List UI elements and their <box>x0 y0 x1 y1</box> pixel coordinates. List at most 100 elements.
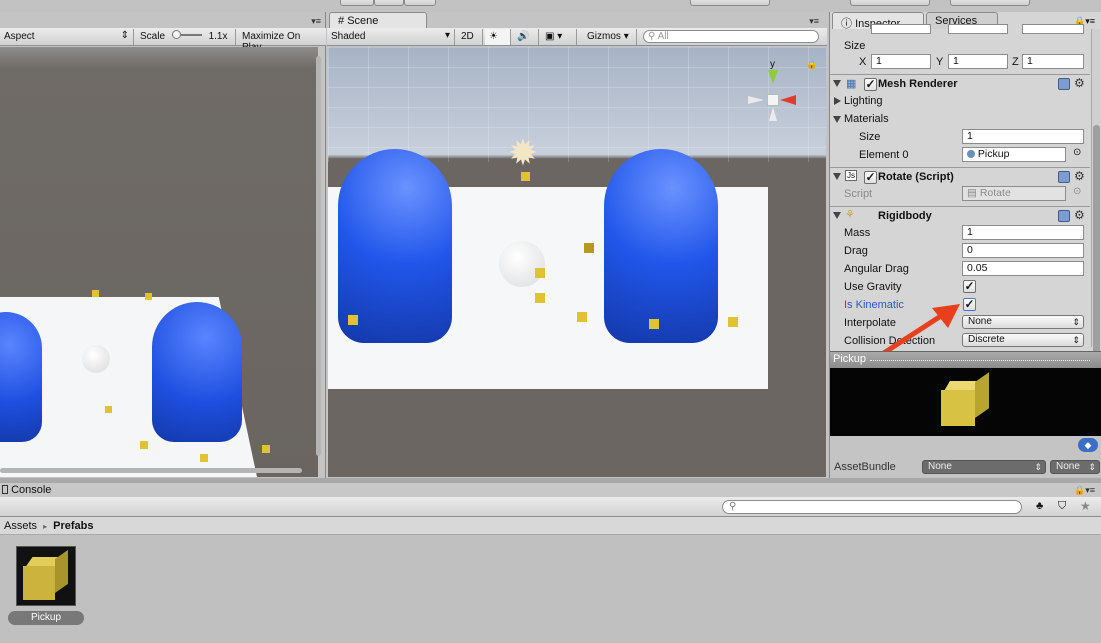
foldout-closed-icon[interactable] <box>834 97 841 105</box>
position-field-partial[interactable] <box>948 24 1008 34</box>
gear-icon[interactable]: ⚙ <box>1074 208 1085 222</box>
asset-name: Pickup <box>8 611 84 625</box>
mass-field[interactable]: 1 <box>962 225 1084 240</box>
game-vertical-scrollbar[interactable] <box>316 56 321 456</box>
element0-field[interactable]: Pickup <box>962 147 1066 162</box>
gizmo-neg-x-cone[interactable] <box>748 96 764 104</box>
rigidbody-header[interactable]: ⚘ Rigidbody ⚙ <box>830 206 1090 224</box>
scene-viewport[interactable]: ✹ y 🔒 <box>328 47 826 477</box>
help-icon[interactable] <box>1058 210 1070 222</box>
gizmo-x-cone[interactable] <box>780 95 796 105</box>
foldout-open-icon[interactable] <box>833 116 841 123</box>
asset-bundle-bar: ◆ AssetBundle None None <box>830 436 1101 478</box>
gear-icon[interactable]: ⚙ <box>1074 169 1085 183</box>
materials-label[interactable]: Materials <box>844 112 889 126</box>
directional-light-gizmo[interactable]: ✹ <box>503 133 543 173</box>
layers-dropdown[interactable] <box>850 0 930 6</box>
project-search-input[interactable]: ⚲ <box>722 500 1022 514</box>
position-field-partial[interactable] <box>1022 24 1084 34</box>
gizmo-center-cube[interactable] <box>767 94 779 106</box>
interpolate-dropdown[interactable]: None <box>962 315 1084 329</box>
game-horizontal-scrollbar[interactable] <box>0 468 302 473</box>
use-gravity-checkbox[interactable]: ✓ <box>963 280 976 293</box>
panel-menu-icon[interactable]: ▾≡ <box>809 16 819 27</box>
scale-x-field[interactable]: 1 <box>871 54 931 69</box>
lock-icon[interactable]: 🔒 <box>806 59 817 70</box>
assetbundle-dropdown[interactable]: None <box>922 460 1046 474</box>
dropdown-arrow-icon: ▾ <box>557 31 563 42</box>
pause-button[interactable] <box>374 0 404 6</box>
is-kinematic-checkbox[interactable]: ✓ <box>963 298 976 311</box>
tab-console[interactable]: Console <box>0 483 80 497</box>
scene-search-input[interactable]: ⚲ All <box>643 30 819 43</box>
aspect-label: Aspect <box>4 31 35 42</box>
audio-toggle-button[interactable]: 🔊 <box>513 29 539 45</box>
scale-slider[interactable] <box>171 30 202 40</box>
game-toolbar: Aspect ⇕ Scale 1.1x Maximize On Play <box>0 28 326 53</box>
layout-dropdown[interactable] <box>950 0 1030 6</box>
gear-icon[interactable]: ⚙ <box>1074 76 1085 90</box>
scene-grid-icon: # <box>338 15 345 27</box>
breadcrumb-assets[interactable]: Assets <box>4 520 37 532</box>
preview-header[interactable]: Pickup <box>830 351 1101 368</box>
gizmo-z-cone[interactable] <box>769 107 777 121</box>
scrollbar-thumb[interactable] <box>1093 125 1100 357</box>
game-capsule-left <box>0 312 42 442</box>
materials-size-field[interactable]: 1 <box>962 129 1084 144</box>
project-toolbar: ⚲ ♣ ⛉ ★ <box>0 497 1101 517</box>
foldout-open-icon[interactable] <box>833 173 841 180</box>
preview-area[interactable] <box>830 368 1101 436</box>
tab-scene[interactable]: # Scene <box>329 12 427 29</box>
aspect-dropdown[interactable]: Aspect ⇕ <box>0 29 134 45</box>
object-picker-icon[interactable]: ⊙ <box>1073 147 1081 158</box>
image-icon: ▣ <box>545 31 555 42</box>
asset-item[interactable]: Pickup <box>8 545 84 627</box>
inspector-scrollbar[interactable] <box>1091 29 1100 357</box>
orientation-gizmo[interactable]: y 🔒 <box>744 59 817 125</box>
mesh-renderer-enabled-checkbox[interactable]: ✓ <box>864 78 877 91</box>
scale-y-field[interactable]: 1 <box>948 54 1008 69</box>
scale-control[interactable]: Scale 1.1x <box>136 29 236 45</box>
panel-menu-icon[interactable]: 🔒▾≡ <box>1074 485 1095 496</box>
rotate-script-enabled-checkbox[interactable]: ✓ <box>864 171 877 184</box>
lighting-toggle-button[interactable]: ☀ <box>485 29 511 45</box>
mesh-renderer-header[interactable]: ▦ ✓ Mesh Renderer ⚙ <box>830 74 1090 92</box>
toggle-2d-button[interactable]: 2D <box>457 29 483 45</box>
scale-x-label: X <box>859 56 867 68</box>
help-icon[interactable] <box>1058 78 1070 90</box>
element0-value: Pickup <box>977 148 1010 160</box>
effects-dropdown[interactable]: ▣ ▾ <box>541 29 577 45</box>
scale-z-field[interactable]: 1 <box>1022 54 1084 69</box>
position-field-partial[interactable] <box>871 24 931 34</box>
filter-by-label-icon[interactable]: ⛉ <box>1058 500 1066 513</box>
rigidbody-icon: ⚘ <box>845 209 855 221</box>
help-icon[interactable] <box>1058 171 1070 183</box>
angular-drag-field[interactable]: 0.05 <box>962 261 1084 276</box>
play-button[interactable] <box>340 0 374 6</box>
foldout-open-icon[interactable] <box>833 80 841 87</box>
rotate-script-header[interactable]: Js ✓ Rotate (Script) ⚙ <box>830 167 1090 185</box>
scale-z-label: Z <box>1012 56 1019 68</box>
assetbundle-variant-dropdown[interactable]: None <box>1050 460 1100 474</box>
gizmo-y-cone[interactable] <box>768 70 778 84</box>
filter-by-type-icon[interactable]: ♣ <box>1036 500 1043 512</box>
breadcrumb-prefabs[interactable]: Prefabs <box>53 520 93 532</box>
asset-label-icon[interactable]: ◆ <box>1078 438 1098 452</box>
script-field: ▤ Rotate <box>962 186 1066 201</box>
preview-drag-handle[interactable] <box>870 360 1090 361</box>
game-sphere <box>82 345 110 373</box>
game-viewport[interactable] <box>0 47 318 477</box>
material-sphere-icon <box>967 150 975 158</box>
slider-thumb[interactable] <box>171 30 181 40</box>
gizmos-dropdown[interactable]: Gizmos ▾ <box>583 29 637 45</box>
foldout-open-icon[interactable] <box>833 212 841 219</box>
lighting-label[interactable]: Lighting <box>844 94 883 108</box>
step-button[interactable] <box>404 0 436 6</box>
drag-field[interactable]: 0 <box>962 243 1084 258</box>
panel-menu-icon[interactable]: ▾≡ <box>311 16 321 27</box>
maximize-on-play-toggle[interactable]: Maximize On Play <box>238 29 326 53</box>
favorites-star-icon[interactable]: ★ <box>1080 499 1091 513</box>
shading-mode-dropdown[interactable]: Shaded ▾ <box>327 29 455 45</box>
collision-detection-dropdown[interactable]: Discrete <box>962 333 1084 347</box>
account-button[interactable] <box>690 0 770 6</box>
